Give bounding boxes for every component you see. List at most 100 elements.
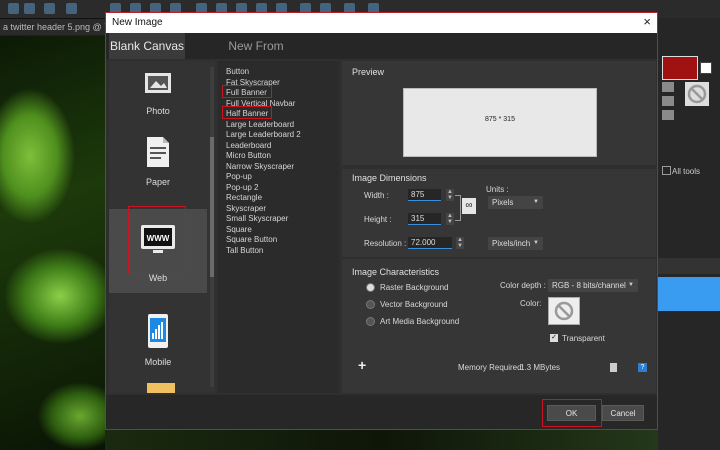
selected-layer[interactable] bbox=[658, 277, 720, 311]
characteristics-section: Image Characteristics Raster Background … bbox=[342, 259, 656, 393]
category-photo[interactable]: Photo bbox=[109, 61, 207, 117]
resolution-field[interactable]: 72.000 bbox=[408, 237, 452, 249]
color-depth-value: RGB - 8 bits/channel bbox=[552, 281, 626, 290]
resolution-units-value: Pixels/inch bbox=[492, 239, 531, 248]
canvas-photo bbox=[0, 36, 105, 450]
tab-new-from-template[interactable]: New From Template bbox=[204, 33, 308, 79]
background-color-picker[interactable] bbox=[548, 297, 580, 325]
preview-section: Preview 875 * 315 bbox=[342, 61, 656, 165]
template-list: Button Fat Skyscraper Full Banner Full V… bbox=[218, 61, 339, 393]
ok-highlight-box bbox=[542, 399, 602, 427]
category-label: Paper bbox=[145, 177, 171, 187]
settings-area: Preview 875 * 315 Image Dimensions Width… bbox=[342, 61, 656, 393]
template-item[interactable]: Tall Button bbox=[226, 246, 263, 256]
panel-tool-icon[interactable] bbox=[662, 82, 674, 92]
category-label: Mobile bbox=[144, 357, 172, 367]
half-banner-highlight bbox=[222, 106, 272, 119]
toolbar-icon[interactable] bbox=[44, 3, 55, 14]
template-item[interactable]: Square Button bbox=[226, 235, 277, 245]
units-value: Pixels bbox=[492, 198, 514, 207]
dimensions-section: Image Dimensions Width : 875 ▲ ▼ Height :… bbox=[342, 169, 656, 245]
toolbar-icon[interactable] bbox=[66, 3, 77, 14]
width-field[interactable]: 875 bbox=[408, 189, 441, 201]
category-paper[interactable]: Paper bbox=[109, 121, 207, 201]
background-color-swatch[interactable] bbox=[700, 62, 712, 74]
dialog-footer: OK Cancel bbox=[106, 395, 657, 429]
units-label: Units : bbox=[486, 185, 509, 194]
category-label: Photo bbox=[146, 106, 170, 116]
resolution-label: Resolution : bbox=[364, 239, 407, 248]
link-aspect-icon[interactable]: ∞ bbox=[462, 198, 476, 214]
characteristics-title: Image Characteristics bbox=[352, 267, 440, 277]
chevron-down-icon: ▼ bbox=[533, 240, 539, 246]
panel-tool-icon[interactable] bbox=[662, 110, 674, 120]
document-info-icon[interactable] bbox=[610, 363, 617, 372]
template-item[interactable]: Narrow Skyscraper bbox=[226, 162, 294, 172]
resolution-row: Resolution : 72.000 ▲ ▼ Pixels/inch ▼ bbox=[342, 237, 656, 257]
template-item[interactable]: Large Leaderboard 2 bbox=[226, 130, 301, 140]
template-item[interactable]: Rectangle bbox=[226, 193, 262, 203]
all-tools-checkbox[interactable] bbox=[662, 166, 671, 175]
art-media-label: Art Media Background bbox=[380, 317, 460, 326]
category-label: Web bbox=[148, 273, 168, 283]
template-item[interactable]: Large Leaderboard bbox=[226, 120, 294, 130]
mobile-icon bbox=[141, 313, 175, 348]
template-item[interactable]: Leaderboard bbox=[226, 141, 271, 151]
layers-toolbar bbox=[658, 258, 720, 274]
no-color-icon bbox=[554, 301, 574, 321]
raster-label: Raster Background bbox=[380, 283, 449, 292]
width-spinner[interactable]: ▲ ▼ bbox=[446, 189, 454, 201]
units-select[interactable]: Pixels ▼ bbox=[488, 196, 543, 209]
help-icon[interactable]: ? bbox=[638, 363, 647, 372]
category-scrollbar[interactable] bbox=[210, 67, 214, 387]
chevron-down-icon: ▼ bbox=[533, 199, 539, 205]
resolution-units-select[interactable]: Pixels/inch ▼ bbox=[488, 237, 543, 250]
memory-value: 1.3 MBytes bbox=[520, 363, 561, 372]
template-item[interactable]: Skyscraper bbox=[226, 204, 266, 214]
no-color-icon[interactable] bbox=[685, 82, 709, 106]
photo-icon bbox=[141, 67, 175, 101]
foreground-color-swatch[interactable] bbox=[662, 56, 698, 80]
color-label: Color: bbox=[520, 299, 542, 308]
template-item[interactable]: Small Skyscraper bbox=[226, 214, 288, 224]
template-item[interactable]: Pop-up 2 bbox=[226, 183, 258, 193]
all-tools-label: All tools bbox=[672, 167, 701, 176]
dialog-title: New Image bbox=[112, 17, 163, 28]
width-label: Width : bbox=[364, 191, 389, 200]
height-spinner[interactable]: ▲ ▼ bbox=[446, 213, 454, 225]
memory-label: Memory Required: bbox=[458, 363, 524, 372]
chevron-down-icon: ▼ bbox=[628, 282, 634, 288]
template-item[interactable]: Button bbox=[226, 67, 249, 77]
vector-label: Vector Background bbox=[380, 300, 448, 309]
preview-title: Preview bbox=[352, 67, 385, 77]
close-icon[interactable]: × bbox=[643, 14, 651, 29]
vector-radio[interactable] bbox=[366, 300, 375, 309]
toolbar-icon[interactable] bbox=[24, 3, 35, 14]
full-banner-highlight bbox=[222, 85, 272, 98]
template-item[interactable]: Square bbox=[226, 225, 252, 235]
art-media-radio[interactable] bbox=[366, 317, 375, 326]
canvas-photo-bottom bbox=[105, 430, 658, 450]
resolution-spinner[interactable]: ▲ ▼ bbox=[456, 237, 464, 249]
preview-box: 875 * 315 bbox=[403, 88, 597, 157]
panel-tool-icon[interactable] bbox=[662, 96, 674, 106]
scrollbar-thumb[interactable] bbox=[210, 137, 214, 277]
dimensions-title: Image Dimensions bbox=[352, 173, 427, 183]
paper-icon bbox=[141, 135, 175, 169]
document-tab[interactable]: a twitter header 5.png @ 76% (Ba bbox=[0, 19, 113, 35]
tab-blank-canvas[interactable]: Blank Canvas bbox=[109, 33, 185, 59]
raster-radio[interactable] bbox=[366, 283, 375, 292]
dialog-tabs: Blank Canvas New From Template bbox=[106, 33, 657, 79]
template-item[interactable]: Pop-up bbox=[226, 172, 252, 182]
toolbar-icon[interactable] bbox=[8, 3, 19, 14]
template-item[interactable]: Micro Button bbox=[226, 151, 271, 161]
video-icon bbox=[147, 383, 175, 393]
cancel-button[interactable]: Cancel bbox=[602, 405, 644, 421]
height-field[interactable]: 315 bbox=[408, 213, 441, 225]
transparent-checkbox[interactable]: ✓ bbox=[550, 334, 558, 342]
add-preset-icon[interactable]: + bbox=[358, 357, 366, 373]
aspect-bracket bbox=[455, 195, 461, 221]
transparent-label: Transparent bbox=[562, 334, 605, 343]
color-depth-select[interactable]: RGB - 8 bits/channel ▼ bbox=[548, 279, 638, 292]
category-mobile[interactable]: Mobile bbox=[109, 301, 207, 381]
